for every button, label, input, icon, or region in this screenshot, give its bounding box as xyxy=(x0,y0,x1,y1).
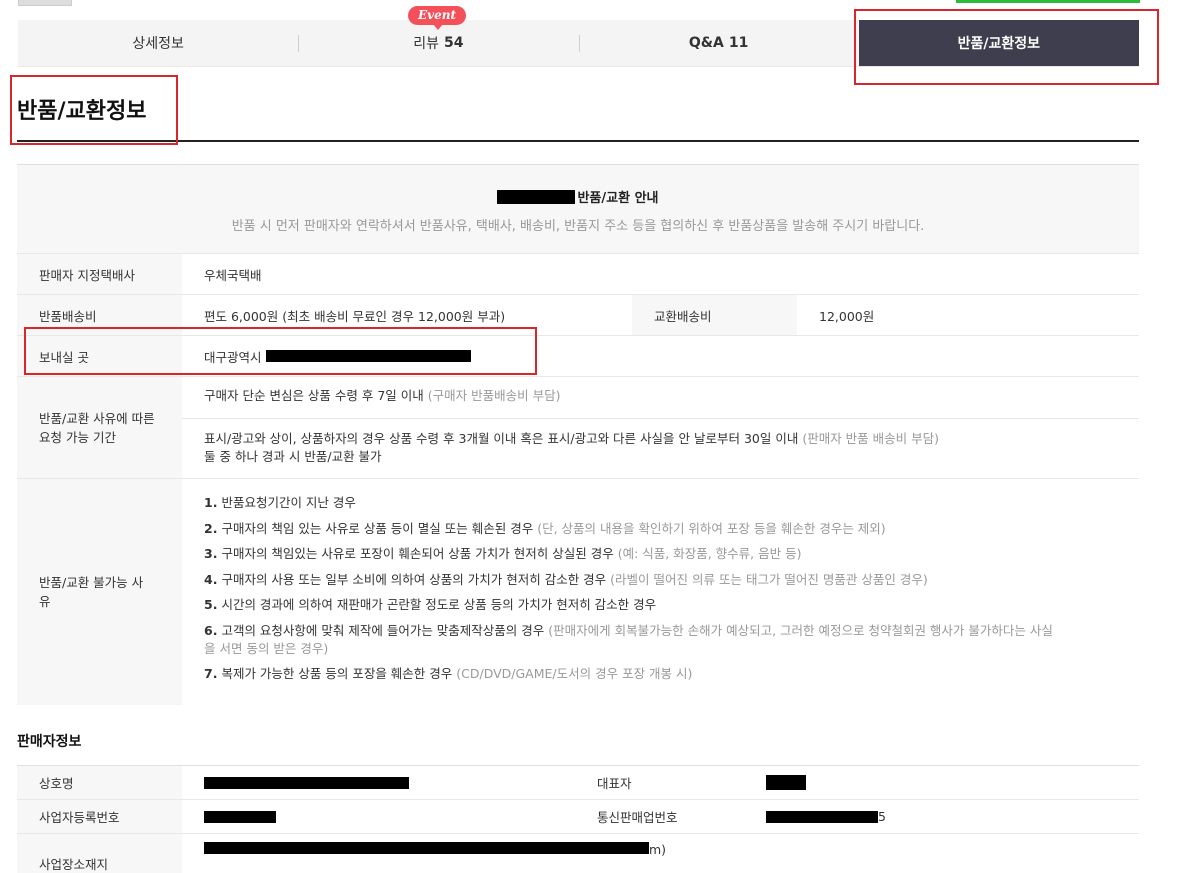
tab-detail-label: 상세정보 xyxy=(132,36,184,52)
biz-address-value: m) xyxy=(182,834,1139,873)
product-tabs: 상세정보 리뷰 54 Q&A 11 반품/교환정보 xyxy=(18,20,1139,67)
period-line-2-main: 표시/광고와 상이, 상품하자의 경우 상품 수령 후 3개월 이내 혹은 표시… xyxy=(204,431,799,446)
period-line-2-note: (판매자 반품 배송비 부담) xyxy=(802,431,940,446)
list-item: 6. 고객의 요청사항에 맞춰 제작에 들어가는 맞춤제작상품의 경우 (판매자… xyxy=(204,622,1053,656)
return-fee-value: 편도 6,000원 (최초 배송비 무료인 경우 12,000원 부과) xyxy=(204,308,506,324)
notice-title-text: 반품/교환 안내 xyxy=(577,191,659,206)
notice-description: 반품 시 먼저 판매자와 연락하셔서 반품사유, 택배사, 배송비, 반품지 주… xyxy=(231,219,925,234)
bizno-label: 사업자등록번호 xyxy=(17,800,182,833)
tab-qna[interactable]: Q&A 11 xyxy=(578,20,859,66)
seller-row-address: 사업장소재지 m) xyxy=(17,834,1139,873)
product-thumbnail xyxy=(18,0,72,6)
biz-address-suffix: m) xyxy=(649,842,667,857)
tab-return-exchange-label: 반품/교환정보 xyxy=(957,36,1041,52)
tab-review-label: 리뷰 xyxy=(413,36,440,52)
request-period-label: 반품/교환 사유에 따른 요청 가능 기간 xyxy=(17,377,182,478)
redacted-ceo xyxy=(766,775,806,790)
exchange-fee-label: 교환배송비 xyxy=(632,295,797,335)
address-value: 대구광역시 xyxy=(182,336,1139,376)
tab-qna-label: Q&A xyxy=(688,35,724,51)
list-item: 2. 구매자의 책임 있는 사유로 상품 등이 멸실 또는 훼손된 경우 (단,… xyxy=(204,520,886,536)
redacted-biz-address xyxy=(204,842,649,854)
mailorder-suffix: 5 xyxy=(878,809,886,824)
seller-row-bizno: 사업자등록번호 통신판매업번호 5 xyxy=(17,800,1139,834)
bizno-value xyxy=(182,800,579,833)
list-item: 4. 구매자의 사용 또는 일부 소비에 의하여 상품의 가치가 현저히 감소한… xyxy=(204,571,928,587)
not-allowed-list: 1. 반품요청기간이 지난 경우 2. 구매자의 책임 있는 사유로 상품 등이… xyxy=(182,479,1139,705)
request-period-row: 반품/교환 사유에 따른 요청 가능 기간 구매자 단순 변심은 상품 수령 후… xyxy=(17,377,1139,479)
period-line-1-note: (구매자 반품배송비 부담) xyxy=(427,388,561,403)
company-value xyxy=(182,766,579,799)
seller-info-heading: 판매자정보 xyxy=(17,734,82,750)
mailorder-value: 5 xyxy=(744,800,1139,833)
exchange-fee-value: 12,000원 xyxy=(819,308,875,324)
seller-row-company: 상호명 대표자 xyxy=(17,766,1139,800)
address-row: 보내실 곳 대구광역시 xyxy=(17,336,1139,377)
redacted-address xyxy=(265,350,471,362)
page-title: 반품/교환정보 xyxy=(17,99,147,124)
redacted-bizno xyxy=(204,810,276,823)
shipping-fee-row: 반품배송비 편도 6,000원 (최초 배송비 무료인 경우 12,000원 부… xyxy=(17,295,1139,336)
redacted-seller-name xyxy=(497,190,576,204)
biz-address-label: 사업장소재지 xyxy=(17,834,182,873)
notice-box: 반품/교환 안내 반품 시 먼저 판매자와 연락하셔서 반품사유, 택배사, 배… xyxy=(17,165,1139,254)
not-allowed-label: 반품/교환 불가능 사유 xyxy=(17,479,182,705)
period-line-2: 표시/광고와 상이, 상품하자의 경우 상품 수령 후 3개월 이내 혹은 표시… xyxy=(182,418,1139,478)
redacted-mailorder xyxy=(766,810,878,823)
seller-info-table: 상호명 대표자 사업자등록번호 통신판매업번호 5 사업장소재지 m) xyxy=(17,765,1139,873)
request-period-lines: 구매자 단순 변심은 상품 수령 후 7일 이내 (구매자 반품배송비 부담) … xyxy=(182,377,1139,478)
list-item: 7. 복제가 가능한 상품 등의 포장을 훼손한 경우 (CD/DVD/GAME… xyxy=(204,666,693,681)
period-line-1: 구매자 단순 변심은 상품 수령 후 7일 이내 (구매자 반품배송비 부담) xyxy=(182,377,1139,418)
return-fee-label: 반품배송비 xyxy=(17,295,182,335)
buy-button-edge[interactable] xyxy=(956,0,1140,3)
tab-detail[interactable]: 상세정보 xyxy=(18,20,298,66)
carrier-label: 판매자 지정택배사 xyxy=(17,254,182,294)
period-line-1-main: 구매자 단순 변심은 상품 수령 후 7일 이내 xyxy=(204,388,424,403)
list-item: 5. 시간의 경과에 의하여 재판매가 곤란할 정도로 상품 등의 가치가 현저… xyxy=(204,597,657,612)
ceo-value xyxy=(744,766,1139,799)
ceo-label: 대표자 xyxy=(579,766,744,799)
mailorder-label: 통신판매업번호 xyxy=(579,800,744,833)
period-line-2-tail: 둘 중 하나 경과 시 반품/교환 불가 xyxy=(204,449,382,464)
tab-review-count: 54 xyxy=(444,35,464,51)
title-divider xyxy=(17,140,1139,142)
not-allowed-row: 반품/교환 불가능 사유 1. 반품요청기간이 지난 경우 2. 구매자의 책임… xyxy=(17,479,1139,705)
return-info-table: 반품/교환 안내 반품 시 먼저 판매자와 연락하셔서 반품사유, 택배사, 배… xyxy=(17,164,1139,705)
list-item: 3. 구매자의 책임있는 사유로 포장이 훼손되어 상품 가치가 현저히 상실된… xyxy=(204,546,802,561)
event-badge: Event xyxy=(408,6,466,30)
company-label: 상호명 xyxy=(17,766,182,799)
redacted-company xyxy=(204,776,409,789)
list-item: 1. 반품요청기간이 지난 경우 xyxy=(204,495,356,510)
tab-return-exchange[interactable]: 반품/교환정보 xyxy=(858,20,1139,66)
tab-qna-count: 11 xyxy=(728,35,749,51)
address-label: 보내실 곳 xyxy=(17,336,182,376)
notice-title: 반품/교환 안내 xyxy=(17,187,1139,206)
carrier-row: 판매자 지정택배사 우체국택배 xyxy=(17,254,1139,295)
carrier-value: 우체국택배 xyxy=(204,267,262,283)
address-city: 대구광역시 xyxy=(204,349,262,365)
